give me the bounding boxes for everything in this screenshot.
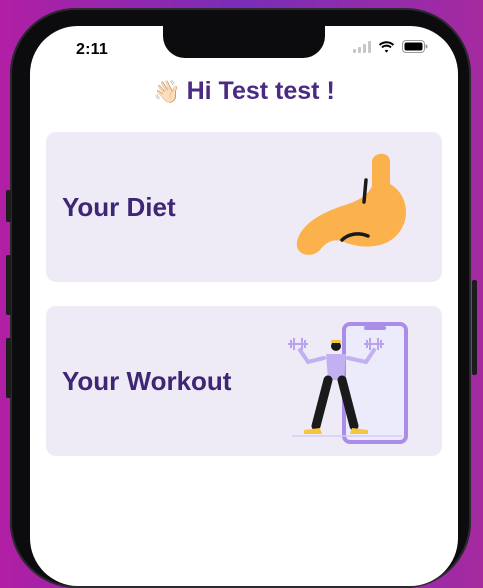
status-icons <box>353 40 428 58</box>
greeting-text: Hi Test test ! <box>186 77 335 105</box>
volume-down-button <box>6 338 11 398</box>
workout-card-label: Your Workout <box>62 365 232 396</box>
battery-icon <box>402 40 428 58</box>
workout-illustration <box>288 322 408 444</box>
camera-notch <box>163 26 325 58</box>
diet-card[interactable]: Your Diet <box>46 132 442 282</box>
waving-hand-icon: 👋🏻 <box>153 79 181 104</box>
wifi-icon <box>378 40 395 58</box>
diet-card-label: Your Diet <box>62 191 176 222</box>
power-button <box>472 280 477 375</box>
stomach-illustration <box>296 153 407 255</box>
workout-card[interactable]: Your Workout <box>46 306 442 456</box>
mute-switch <box>6 190 11 222</box>
app-screen: 2:11 👋🏻 Hi Test test ! Your Diet Your Wo… <box>30 26 458 586</box>
greeting-header: 👋🏻 Hi Test test ! <box>30 77 458 106</box>
signal-icon <box>353 40 371 58</box>
volume-up-button <box>6 255 11 315</box>
status-time: 2:11 <box>76 41 108 58</box>
